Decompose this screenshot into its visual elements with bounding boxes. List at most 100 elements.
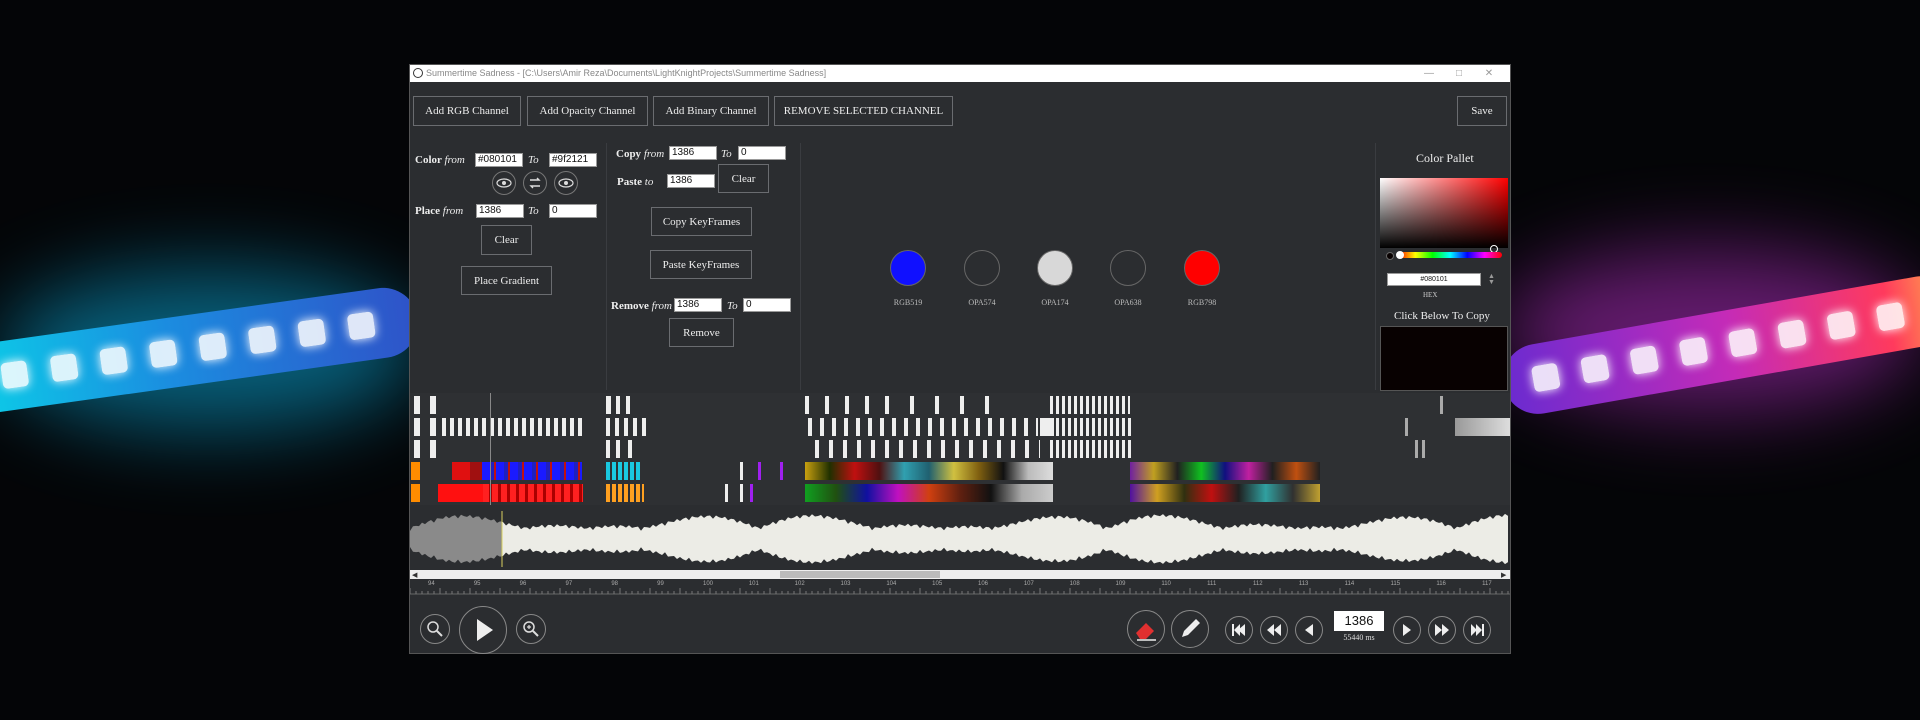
copy-from-input[interactable]: 1386 <box>669 146 717 160</box>
track-row[interactable] <box>410 417 1510 437</box>
hex-input[interactable]: #080101 <box>1387 273 1481 286</box>
maximize-button[interactable]: □ <box>1444 65 1474 82</box>
zoom-in-icon[interactable] <box>516 614 546 644</box>
ruler-tick-label: 105 <box>932 581 943 587</box>
ruler-tick-label: 116 <box>1436 581 1446 587</box>
place-to-input[interactable]: 0 <box>549 204 597 218</box>
channel-swatch[interactable] <box>890 250 926 286</box>
ruler-tick-label: 109 <box>1115 581 1126 587</box>
preview-from-eye-icon[interactable] <box>492 171 516 195</box>
ruler-tick-label: 96 <box>519 581 527 587</box>
channel-swatch-label: OPA574 <box>968 298 996 307</box>
scrollbar-thumb[interactable] <box>780 571 940 578</box>
pencil-tool-icon[interactable] <box>1171 610 1209 648</box>
ruler-tick-label: 97 <box>565 581 573 587</box>
copy-to-input[interactable]: 0 <box>738 146 786 160</box>
channel-tracks[interactable] <box>410 393 1510 505</box>
ruler-tick-label: 95 <box>473 581 481 587</box>
window-title: Summertime Sadness - [C:\Users\Amir Reza… <box>426 68 827 78</box>
minimize-button[interactable]: — <box>1414 65 1444 82</box>
ruler-tick-label: 113 <box>1298 581 1309 587</box>
zoom-out-icon[interactable] <box>420 614 450 644</box>
add-rgb-channel-button[interactable]: Add RGB Channel <box>413 96 521 126</box>
copy-to-label: To <box>721 148 732 160</box>
ruler-tick-label: 98 <box>611 581 619 587</box>
play-button[interactable] <box>459 606 507 654</box>
hue-slider[interactable] <box>1396 251 1502 259</box>
saturation-picker[interactable] <box>1380 178 1508 253</box>
remove-to-label: To <box>727 300 738 312</box>
channel-swatch[interactable] <box>1184 250 1220 286</box>
place-to-label: To <box>528 205 539 217</box>
panel-divider <box>1375 143 1376 390</box>
channel-swatch-label: RGB798 <box>1187 298 1217 307</box>
track-row[interactable] <box>410 439 1510 459</box>
remove-from-input[interactable]: 1386 <box>674 298 722 312</box>
place-from-input[interactable]: 1386 <box>476 204 524 218</box>
save-button[interactable]: Save <box>1457 96 1507 126</box>
remove-button[interactable]: Remove <box>669 318 734 347</box>
time-ruler[interactable]: 94 95 96 97 98 99 100 101 102 103 104 105 106 107 108 1… <box>409 581 1510 595</box>
color-to-input[interactable]: #9f2121 <box>549 153 597 167</box>
color-clear-button[interactable]: Clear <box>481 225 532 255</box>
go-to-end-icon[interactable] <box>1463 616 1491 644</box>
ruler-tick-label: 111 <box>1207 581 1217 587</box>
track-row[interactable] <box>410 483 1510 503</box>
ruler-tick-label: 94 <box>428 581 435 587</box>
add-opacity-channel-button[interactable]: Add Opacity Channel <box>527 96 648 126</box>
channel-swatch[interactable] <box>1110 250 1146 286</box>
step-backward-icon[interactable] <box>1295 616 1323 644</box>
preview-to-eye-icon[interactable] <box>554 171 578 195</box>
current-frame-input[interactable]: 1386 <box>1334 611 1384 631</box>
color-to-label: To <box>528 154 539 166</box>
remove-selected-channel-button[interactable]: REMOVE SELECTED CHANNEL <box>774 96 953 126</box>
current-color-dot <box>1386 252 1394 260</box>
ruler-tick-label: 101 <box>748 581 759 587</box>
track-row[interactable] <box>410 395 1510 415</box>
ruler-tick-label: 114 <box>1344 581 1355 587</box>
app-icon <box>413 68 423 78</box>
place-label: Place from <box>415 205 464 217</box>
title-bar: Summertime Sadness - [C:\Users\Amir Reza… <box>410 65 1510 82</box>
ruler-tick-label: 103 <box>840 581 851 587</box>
place-gradient-button[interactable]: Place Gradient <box>461 266 552 295</box>
ruler-tick-label: 115 <box>1390 581 1401 587</box>
track-row[interactable] <box>410 461 1510 481</box>
copy-keyframes-button[interactable]: Copy KeyFrames <box>651 207 752 236</box>
hex-format-toggle-icon[interactable]: ▲ ▼ <box>1488 273 1498 286</box>
channel-swatch[interactable] <box>964 250 1000 286</box>
copy-label: Copy from <box>616 148 665 160</box>
timeline-scrollbar[interactable]: ◀ ▶ <box>410 570 1510 579</box>
panel-divider <box>800 143 801 390</box>
add-binary-channel-button[interactable]: Add Binary Channel <box>653 96 769 126</box>
copy-clear-button[interactable]: Clear <box>718 164 769 193</box>
audio-waveform[interactable] <box>410 511 1510 567</box>
color-label: Color from <box>415 154 465 166</box>
fast-forward-icon[interactable] <box>1428 616 1456 644</box>
color-from-input[interactable]: #080101 <box>475 153 523 167</box>
ruler-tick-label: 106 <box>978 581 989 587</box>
step-forward-icon[interactable] <box>1393 616 1421 644</box>
swap-colors-icon[interactable] <box>523 171 547 195</box>
app-window: Summertime Sadness - [C:\Users\Amir Reza… <box>409 64 1511 654</box>
channel-swatch[interactable] <box>1037 250 1073 286</box>
scroll-right-icon[interactable]: ▶ <box>1501 571 1506 579</box>
hue-handle[interactable] <box>1396 251 1404 259</box>
paste-to-input[interactable]: 1386 <box>667 174 715 188</box>
paste-keyframes-button[interactable]: Paste KeyFrames <box>650 250 752 279</box>
close-button[interactable]: ✕ <box>1474 65 1504 82</box>
remove-label: Remove from <box>611 300 672 312</box>
playhead-line[interactable] <box>490 393 491 505</box>
remove-to-input[interactable]: 0 <box>743 298 791 312</box>
fast-backward-icon[interactable] <box>1260 616 1288 644</box>
color-preview-box[interactable] <box>1380 326 1508 391</box>
time-readout: 55440 ms <box>1343 633 1375 642</box>
paste-label: Paste to <box>617 176 654 188</box>
ruler-tick-label: 102 <box>794 581 805 587</box>
channel-swatch-label: OPA638 <box>1114 298 1142 307</box>
scroll-left-icon[interactable]: ◀ <box>412 571 417 579</box>
hex-label: HEX <box>1423 291 1438 299</box>
eraser-tool-icon[interactable] <box>1127 610 1165 648</box>
go-to-start-icon[interactable] <box>1225 616 1253 644</box>
palette-title: Color Pallet <box>1416 151 1474 165</box>
